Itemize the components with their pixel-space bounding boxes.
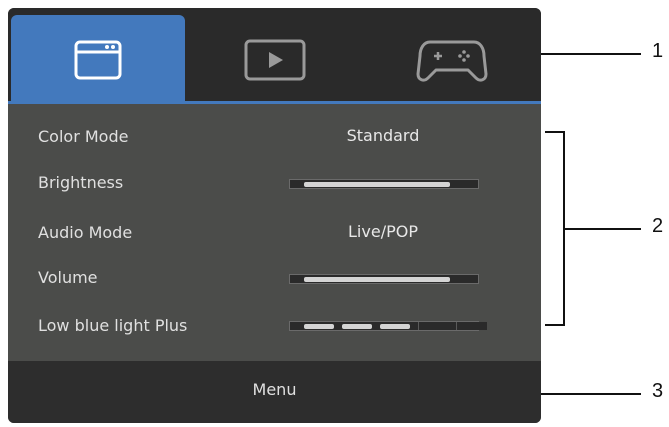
low-blue-light-segment-on: [342, 324, 372, 329]
tab-bar: [8, 8, 541, 104]
brightness-slider-fill: [304, 182, 450, 187]
gamepad-icon: [416, 40, 488, 82]
callout-number-3: 3: [652, 380, 664, 402]
osd-menu: Color Mode Standard Brightness Audio Mod…: [8, 8, 541, 423]
low-blue-light-label: Low blue light Plus: [38, 316, 188, 335]
tab-picture[interactable]: [11, 15, 185, 104]
color-mode-label: Color Mode: [38, 127, 129, 146]
low-blue-light-slider[interactable]: [289, 321, 487, 331]
setting-row-audio-mode[interactable]: Audio Mode Live/POP: [8, 211, 541, 255]
low-blue-light-segment-off: [418, 322, 449, 330]
volume-label: Volume: [38, 268, 98, 287]
tab-underline: [8, 101, 541, 104]
color-mode-value[interactable]: Standard: [288, 126, 478, 145]
tab-game[interactable]: [365, 15, 539, 104]
low-blue-light-segment-off: [456, 322, 487, 330]
audio-mode-value[interactable]: Live/POP: [288, 222, 478, 241]
callout-line-2: [565, 228, 641, 230]
low-blue-light-segment-on: [380, 324, 410, 329]
callout-number-1: 1: [652, 40, 664, 62]
callout-line-3: [541, 393, 641, 395]
play-icon: [244, 39, 306, 80]
footer-bar: Menu: [8, 361, 541, 423]
setting-row-color-mode[interactable]: Color Mode Standard: [8, 115, 541, 159]
callout-line-1: [541, 53, 641, 55]
audio-mode-label: Audio Mode: [38, 223, 133, 242]
volume-slider[interactable]: [289, 274, 479, 284]
brightness-slider[interactable]: [289, 179, 479, 189]
menu-label[interactable]: Menu: [8, 380, 541, 399]
callout-bracket-2: [545, 131, 565, 326]
window-icon: [74, 40, 122, 79]
low-blue-light-segment-on: [304, 324, 334, 329]
callout-number-2: 2: [652, 215, 664, 237]
tab-video[interactable]: [189, 15, 361, 104]
brightness-label: Brightness: [38, 173, 124, 192]
volume-slider-fill: [304, 277, 450, 282]
